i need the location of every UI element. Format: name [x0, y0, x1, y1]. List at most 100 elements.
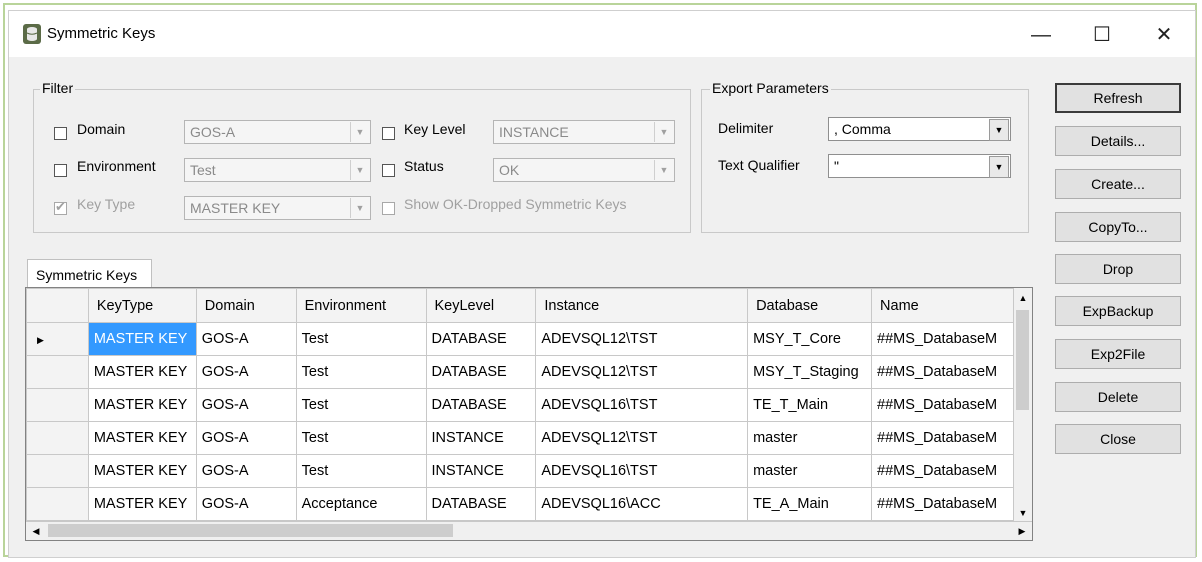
- close-button[interactable]: Close: [1055, 424, 1181, 454]
- exp-backup-button[interactable]: ExpBackup: [1055, 296, 1181, 326]
- column-header[interactable]: Database: [747, 288, 873, 323]
- vertical-scrollbar[interactable]: ▲ ▼: [1013, 288, 1032, 523]
- table-cell[interactable]: DATABASE: [425, 388, 537, 422]
- scroll-down-icon[interactable]: ▼: [1015, 504, 1031, 522]
- exp2file-button[interactable]: Exp2File: [1055, 339, 1181, 369]
- table-cell[interactable]: ##MS_DatabaseM: [871, 454, 1022, 488]
- row-header[interactable]: [26, 421, 89, 455]
- table-cell[interactable]: ##MS_DatabaseM: [871, 355, 1022, 389]
- chevron-down-icon[interactable]: ▼: [350, 122, 369, 142]
- table-cell[interactable]: ADEVSQL12\TST: [535, 421, 749, 455]
- symmetric-keys-grid[interactable]: KeyType Domain Environment KeyLevel Inst…: [25, 287, 1033, 541]
- table-cell[interactable]: master: [747, 454, 873, 488]
- row-header[interactable]: [26, 487, 89, 521]
- table-cell[interactable]: ##MS_DatabaseM: [871, 322, 1022, 356]
- table-cell[interactable]: ADEVSQL16\TST: [535, 388, 749, 422]
- table-row[interactable]: MASTER KEY GOS-A Test DATABASE ADEVSQL12\TST…: [26, 355, 1032, 389]
- row-header[interactable]: ▶: [26, 322, 89, 356]
- table-cell[interactable]: MASTER KEY: [87, 454, 197, 488]
- table-cell[interactable]: ##MS_DatabaseM: [871, 388, 1022, 422]
- horizontal-scroll-thumb[interactable]: [48, 524, 453, 537]
- table-row[interactable]: MASTER KEY GOS-A Acceptance DATABASE ADEVSQL…: [26, 487, 1032, 521]
- chevron-down-icon[interactable]: ▼: [989, 119, 1009, 141]
- column-header[interactable]: KeyLevel: [425, 288, 537, 323]
- table-cell[interactable]: INSTANCE: [425, 421, 537, 455]
- environment-combo[interactable]: Test ▼: [184, 158, 371, 182]
- table-cell[interactable]: Test: [295, 421, 427, 455]
- table-cell[interactable]: MASTER KEY: [87, 355, 197, 389]
- delimiter-combo[interactable]: , Comma ▼: [828, 117, 1011, 141]
- table-cell[interactable]: MSY_T_Core: [747, 322, 873, 356]
- table-cell[interactable]: MASTER KEY: [87, 487, 197, 521]
- table-cell[interactable]: GOS-A: [195, 421, 297, 455]
- column-header[interactable]: Domain: [195, 288, 297, 323]
- status-checkbox[interactable]: [382, 164, 395, 177]
- column-header[interactable]: Instance: [535, 288, 749, 323]
- table-cell[interactable]: ##MS_DatabaseM: [871, 487, 1022, 521]
- table-cell[interactable]: TE_T_Main: [747, 388, 873, 422]
- close-window-button[interactable]: ✕: [1144, 21, 1184, 49]
- table-cell[interactable]: DATABASE: [425, 355, 537, 389]
- table-cell[interactable]: master: [747, 421, 873, 455]
- delete-button[interactable]: Delete: [1055, 382, 1181, 412]
- table-cell[interactable]: Acceptance: [295, 487, 427, 521]
- table-row[interactable]: ▶ MASTER KEY GOS-A Test DATABASE ADEVSQL12\TS…: [26, 322, 1032, 356]
- vertical-scroll-thumb[interactable]: [1016, 310, 1029, 410]
- table-cell[interactable]: GOS-A: [195, 355, 297, 389]
- details-button[interactable]: Details...: [1055, 126, 1181, 156]
- create-button[interactable]: Create...: [1055, 169, 1181, 199]
- table-cell[interactable]: MASTER KEY: [87, 322, 197, 356]
- minimize-button[interactable]: —: [1021, 21, 1061, 49]
- status-combo[interactable]: OK ▼: [493, 158, 675, 182]
- table-row[interactable]: MASTER KEY GOS-A Test INSTANCE ADEVSQL12\TST…: [26, 421, 1032, 455]
- copy-to-button[interactable]: CopyTo...: [1055, 212, 1181, 242]
- key-level-checkbox[interactable]: [382, 127, 395, 140]
- table-cell[interactable]: Test: [295, 322, 427, 356]
- table-cell[interactable]: DATABASE: [425, 487, 537, 521]
- table-cell[interactable]: ADEVSQL16\TST: [535, 454, 749, 488]
- table-cell[interactable]: ADEVSQL16\ACC: [535, 487, 749, 521]
- title-bar[interactable]: Symmetric Keys — ☐ ✕: [9, 11, 1195, 57]
- column-header[interactable]: Environment: [295, 288, 427, 323]
- table-cell[interactable]: INSTANCE: [425, 454, 537, 488]
- environment-checkbox[interactable]: [54, 164, 67, 177]
- column-header[interactable]: Name: [871, 288, 1022, 323]
- scroll-right-icon[interactable]: ▶: [1013, 522, 1031, 540]
- refresh-button[interactable]: Refresh: [1055, 83, 1181, 113]
- scroll-up-icon[interactable]: ▲: [1015, 289, 1031, 307]
- row-header[interactable]: [26, 388, 89, 422]
- table-cell[interactable]: Test: [295, 355, 427, 389]
- row-header[interactable]: [26, 355, 89, 389]
- table-cell[interactable]: GOS-A: [195, 388, 297, 422]
- table-cell[interactable]: GOS-A: [195, 487, 297, 521]
- table-cell[interactable]: GOS-A: [195, 322, 297, 356]
- key-level-combo[interactable]: INSTANCE ▼: [493, 120, 675, 144]
- maximize-button[interactable]: ☐: [1082, 21, 1122, 49]
- table-cell[interactable]: TE_A_Main: [747, 487, 873, 521]
- table-row[interactable]: MASTER KEY GOS-A Test DATABASE ADEVSQL16\TST…: [26, 388, 1032, 422]
- table-cell[interactable]: Test: [295, 454, 427, 488]
- domain-combo[interactable]: GOS-A ▼: [184, 120, 371, 144]
- table-cell[interactable]: ADEVSQL12\TST: [535, 355, 749, 389]
- table-cell[interactable]: GOS-A: [195, 454, 297, 488]
- drop-button[interactable]: Drop: [1055, 254, 1181, 284]
- row-header[interactable]: [26, 454, 89, 488]
- chevron-down-icon[interactable]: ▼: [654, 122, 673, 142]
- table-cell[interactable]: MASTER KEY: [87, 421, 197, 455]
- table-cell[interactable]: ADEVSQL12\TST: [535, 322, 749, 356]
- tab-symmetric-keys[interactable]: Symmetric Keys: [27, 259, 152, 289]
- column-header[interactable]: KeyType: [87, 288, 197, 323]
- chevron-down-icon[interactable]: ▼: [654, 160, 673, 180]
- chevron-down-icon[interactable]: ▼: [989, 156, 1009, 178]
- table-cell[interactable]: Test: [295, 388, 427, 422]
- table-cell[interactable]: ##MS_DatabaseM: [871, 421, 1022, 455]
- domain-checkbox[interactable]: [54, 127, 67, 140]
- scroll-left-icon[interactable]: ◀: [27, 522, 45, 540]
- table-cell[interactable]: MASTER KEY: [87, 388, 197, 422]
- text-qualifier-combo[interactable]: " ▼: [828, 154, 1011, 178]
- horizontal-scrollbar[interactable]: ◀ ▶: [26, 521, 1032, 540]
- chevron-down-icon[interactable]: ▼: [350, 160, 369, 180]
- table-row[interactable]: MASTER KEY GOS-A Test INSTANCE ADEVSQL16\TST…: [26, 454, 1032, 488]
- table-cell[interactable]: MSY_T_Staging: [747, 355, 873, 389]
- table-cell[interactable]: DATABASE: [425, 322, 537, 356]
